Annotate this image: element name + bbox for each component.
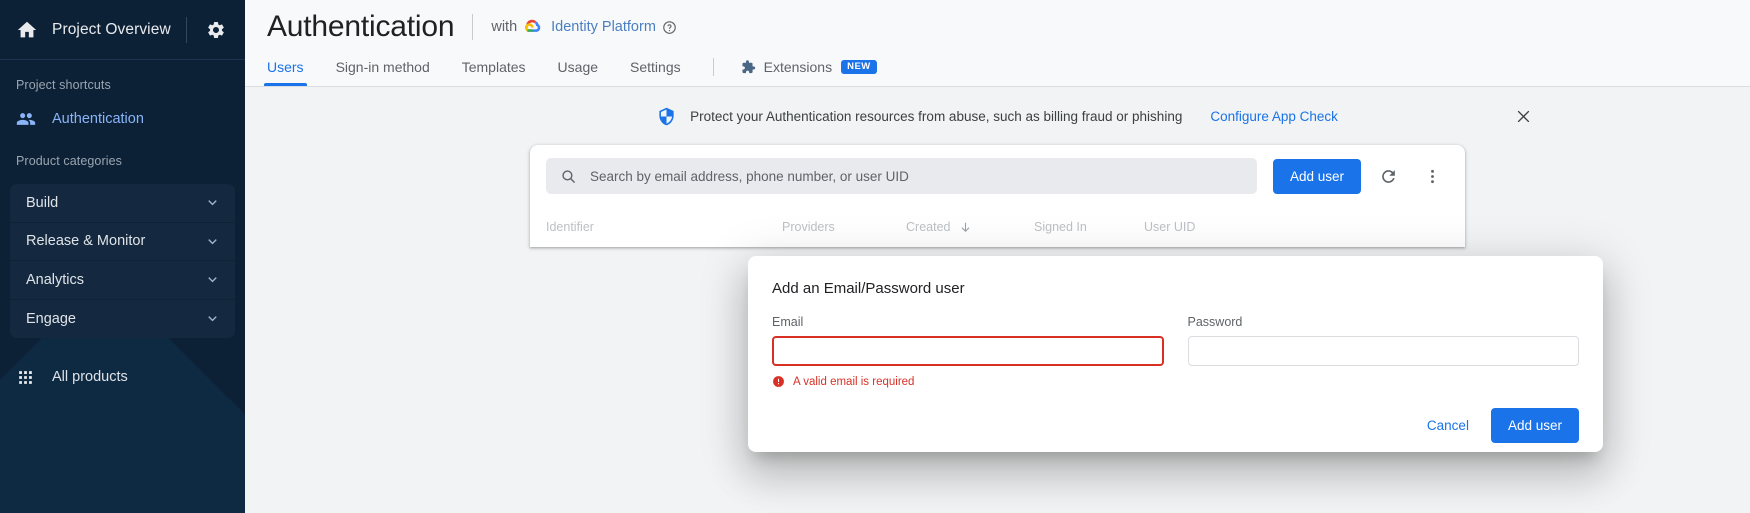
- dialog-fields: Email A valid email is required Password: [772, 315, 1579, 388]
- category-label: Build: [26, 194, 59, 211]
- search-box[interactable]: [546, 158, 1257, 194]
- search-input[interactable]: [590, 168, 1243, 184]
- tab-usage[interactable]: Usage: [558, 59, 598, 86]
- users-table-header: Identifier Providers Created Signed In U…: [530, 207, 1465, 247]
- main-content: Authentication with Identity Platform Us…: [245, 0, 1750, 513]
- shield-icon: [657, 106, 676, 127]
- more-vert-icon[interactable]: [1415, 159, 1449, 193]
- cancel-button[interactable]: Cancel: [1413, 409, 1483, 442]
- configure-app-check-link[interactable]: Configure App Check: [1210, 109, 1338, 124]
- sidebar-item-label: All products: [52, 369, 128, 385]
- product-categories-group: Build Release & Monitor Analytics Engage: [10, 184, 235, 338]
- sidebar: Project Overview Project shortcuts Authe…: [0, 0, 245, 513]
- dialog-actions: Cancel Add user: [772, 408, 1579, 443]
- with-label: with: [491, 19, 518, 35]
- dialog-title: Add an Email/Password user: [772, 280, 965, 297]
- column-header-created[interactable]: Created: [906, 220, 1034, 234]
- sidebar-item-all-products[interactable]: All products: [0, 360, 245, 394]
- page-title: Authentication: [267, 10, 455, 43]
- users-toolbar: Add user: [530, 145, 1465, 207]
- email-error-text: A valid email is required: [793, 375, 915, 388]
- identity-platform-link[interactable]: Identity Platform: [551, 19, 656, 35]
- google-cloud-icon: [525, 18, 544, 37]
- email-error-row: A valid email is required: [772, 375, 1164, 388]
- banner-content: Protect your Authentication resources fr…: [657, 106, 1338, 127]
- chevron-down-icon: [204, 310, 221, 327]
- help-circle-icon[interactable]: [662, 20, 677, 35]
- tab-extensions[interactable]: Extensions NEW: [740, 59, 877, 86]
- page-header: Authentication with Identity Platform Us…: [245, 0, 1750, 87]
- app-check-banner: Protect your Authentication resources fr…: [245, 87, 1750, 145]
- refresh-icon[interactable]: [1371, 159, 1405, 193]
- chevron-down-icon: [204, 233, 221, 250]
- chevron-down-icon: [204, 271, 221, 288]
- category-label: Engage: [26, 310, 76, 327]
- tab-templates[interactable]: Templates: [462, 59, 526, 86]
- project-shortcuts-label: Project shortcuts: [16, 78, 111, 92]
- extension-puzzle-icon: [740, 59, 756, 75]
- project-overview-label[interactable]: Project Overview: [52, 21, 171, 39]
- people-icon: [16, 109, 38, 129]
- chevron-down-icon: [204, 194, 221, 211]
- dialog-add-user-button[interactable]: Add user: [1490, 408, 1579, 443]
- column-label: Identifier: [546, 220, 594, 234]
- tab-sign-in-method[interactable]: Sign-in method: [336, 59, 430, 86]
- sidebar-item-authentication[interactable]: Authentication: [0, 102, 245, 136]
- email-field-group: Email A valid email is required: [772, 315, 1164, 388]
- sidebar-header: Project Overview: [0, 0, 245, 60]
- add-user-button[interactable]: Add user: [1272, 158, 1361, 194]
- category-label: Analytics: [26, 271, 85, 288]
- column-label: User UID: [1144, 220, 1196, 234]
- tab-extensions-label: Extensions: [763, 59, 833, 75]
- firebase-auth-console: Project Overview Project shortcuts Authe…: [0, 0, 1750, 513]
- grid-apps-icon: [16, 368, 38, 387]
- column-label: Providers: [782, 220, 835, 234]
- home-icon[interactable]: [16, 19, 38, 41]
- sidebar-category-build[interactable]: Build: [10, 184, 235, 223]
- column-label: Created: [906, 220, 951, 234]
- search-icon: [560, 168, 577, 185]
- tab-settings[interactable]: Settings: [630, 59, 681, 86]
- email-label: Email: [772, 315, 804, 329]
- password-field-group: Password: [1187, 315, 1579, 388]
- tab-bar: Users Sign-in method Templates Usage Set…: [245, 50, 1750, 87]
- column-header-providers[interactable]: Providers: [782, 220, 906, 234]
- arrow-down-icon: [959, 221, 972, 234]
- sidebar-category-analytics[interactable]: Analytics: [10, 261, 235, 300]
- email-field[interactable]: [772, 336, 1164, 366]
- title-row: Authentication with Identity Platform: [245, 0, 1750, 50]
- sidebar-category-release-monitor[interactable]: Release & Monitor: [10, 223, 235, 261]
- product-categories-label: Product categories: [16, 154, 123, 168]
- password-label: Password: [1187, 315, 1243, 329]
- new-badge: NEW: [841, 59, 877, 75]
- column-header-user-uid[interactable]: User UID: [1144, 220, 1449, 234]
- category-label: Release & Monitor: [26, 233, 146, 250]
- close-icon[interactable]: [1508, 101, 1538, 131]
- sidebar-category-engage[interactable]: Engage: [10, 300, 235, 339]
- password-field[interactable]: [1187, 336, 1579, 366]
- error-circle-icon: [772, 375, 785, 388]
- tab-divider: [712, 58, 714, 76]
- column-header-signed-in[interactable]: Signed In: [1034, 220, 1144, 234]
- sidebar-header-divider: [186, 16, 187, 43]
- users-panel: Add user Identifier Providers: [530, 145, 1465, 247]
- sidebar-item-label: Authentication: [52, 111, 144, 127]
- users-card-wrapper: Add user Identifier Providers: [245, 145, 1750, 247]
- banner-text: Protect your Authentication resources fr…: [690, 108, 1183, 124]
- gear-icon[interactable]: [199, 13, 233, 47]
- tab-users[interactable]: Users: [264, 59, 307, 86]
- add-email-password-user-dialog: Add an Email/Password user Email A valid…: [748, 256, 1603, 452]
- title-divider: [472, 14, 474, 40]
- column-label: Signed In: [1034, 220, 1087, 234]
- column-header-identifier[interactable]: Identifier: [546, 220, 782, 234]
